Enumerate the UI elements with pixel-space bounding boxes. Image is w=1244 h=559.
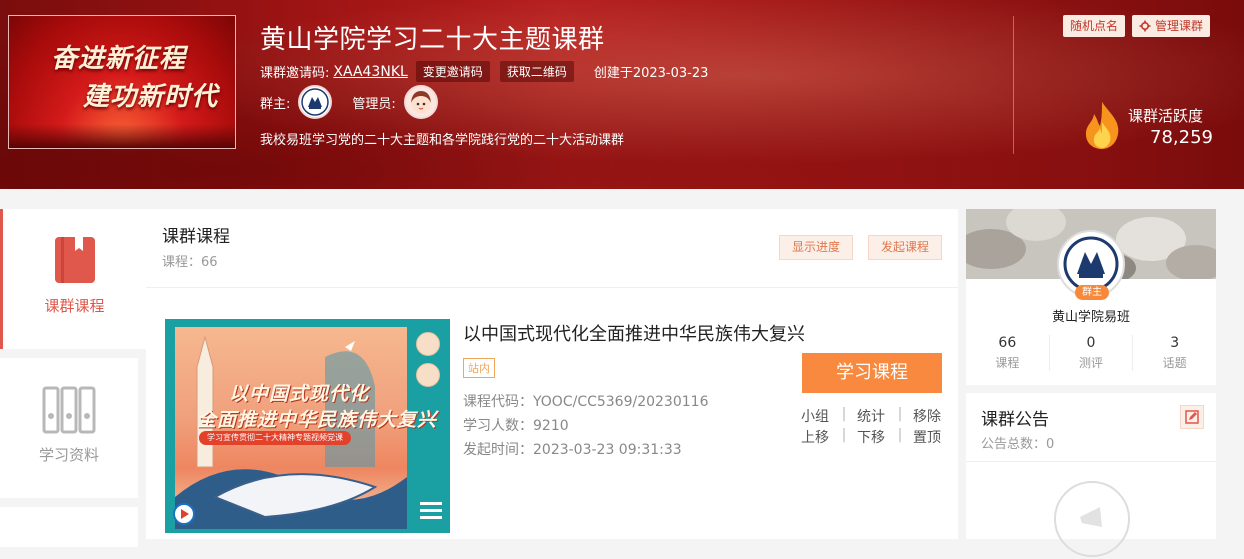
move-down-action[interactable]: 下移: [857, 427, 891, 447]
activity-label: 课群活跃度: [1128, 107, 1204, 125]
owner-profile-card: 群主 黄山学院易班 66 课程 0 测评 3 话题: [966, 209, 1216, 385]
announcement-card: 课群公告 公告总数：0: [966, 393, 1216, 557]
invite-row: 课群邀请码: XAA43NKL 变更邀请码 获取二维码 创建于2023-03-2…: [260, 61, 708, 82]
course-cover-image[interactable]: 以中国式现代化 全面推进中华民族伟大复兴 学习宣传贯彻二十大精神专题视频党课: [165, 319, 450, 533]
course-actions-row1: 小组 | 统计 | 移除: [801, 406, 947, 426]
group-title: 黄山学院学习二十大主题课群: [260, 25, 605, 55]
cover-crowd-silhouette: [9, 124, 235, 148]
group-description: 我校易班学习党的二十大主题和各学院践行党的二十大活动课群: [260, 133, 625, 148]
sidebar-item-materials[interactable]: 学习资料: [0, 358, 138, 498]
course-code: 课程代码：YOOC/CC5369/20230116: [463, 394, 709, 410]
binders-icon: [42, 386, 96, 434]
stat-label: 话题: [1162, 356, 1187, 370]
cover-decoration-dot: [416, 363, 440, 387]
stat-topics[interactable]: 3 话题: [1133, 335, 1216, 371]
cover-text-line1: 奋进新征程: [51, 44, 187, 74]
cartoon-girl-avatar-icon: [410, 91, 431, 113]
owner-avatar[interactable]: [298, 85, 333, 119]
course-actions-row2: 上移 | 下移 | 置顶: [801, 427, 947, 447]
move-up-action[interactable]: 上移: [801, 427, 835, 447]
change-invite-button[interactable]: 变更邀请码: [415, 61, 490, 82]
cover-decoration-dot: [416, 332, 440, 356]
sidebar-item-label: 课群课程: [44, 297, 105, 315]
remove-action[interactable]: 移除: [913, 406, 947, 426]
menu-lines-icon: [420, 502, 442, 523]
stat-courses[interactable]: 66 课程: [966, 335, 1050, 371]
stat-label: 测评: [1079, 356, 1104, 370]
stat-value: 66: [998, 335, 1017, 351]
cover-text-line2: 建功新时代: [83, 82, 219, 112]
panel-title: 课群课程: [162, 227, 230, 247]
course-count: 课程：66: [162, 255, 218, 270]
header-divider: [1013, 16, 1014, 154]
admin-avatar[interactable]: [403, 85, 438, 119]
announcement-title: 课群公告: [981, 410, 1049, 430]
stat-assessments[interactable]: 0 测评: [1050, 335, 1134, 371]
invite-code[interactable]: XAA43NKL: [333, 64, 407, 80]
pin-top-action[interactable]: 置顶: [913, 427, 947, 447]
manage-group-label: 管理课群: [1155, 19, 1204, 33]
course-title[interactable]: 以中国式现代化全面推进中华民族伟大复兴: [463, 320, 805, 346]
course-students: 学习人数：9210: [463, 418, 569, 434]
course-panel: 课群课程 课程：66 显示进度 发起课程 以中国式现代化 全面推进中华民族伟大复…: [146, 209, 958, 539]
sidebar-item-courses[interactable]: 课群课程: [0, 209, 146, 349]
stat-value: 3: [1170, 335, 1180, 351]
school-emblem-icon: [1063, 236, 1119, 292]
owners-row: 群主: 管理员:: [260, 85, 458, 119]
course-cover-art: 以中国式现代化 全面推进中华民族伟大复兴 学习宣传贯彻二十大精神专题视频党课: [175, 327, 436, 529]
gear-icon: [1139, 20, 1151, 32]
statistics-action[interactable]: 统计: [857, 406, 891, 426]
study-course-button[interactable]: 学习课程: [802, 353, 942, 393]
stat-label: 课程: [995, 356, 1020, 370]
show-progress-button[interactable]: 显示进度: [779, 235, 854, 260]
cover-course-line2: 全面推进中华民族伟大复兴: [197, 409, 438, 431]
course-panel-header: 课群课程 课程：66 显示进度 发起课程: [146, 209, 958, 288]
flame-icon: [1085, 102, 1119, 149]
owner-label: 群主:: [260, 96, 291, 112]
admin-label: 管理员:: [352, 96, 396, 112]
group-action[interactable]: 小组: [801, 406, 835, 426]
sidebar-item-more[interactable]: [0, 507, 138, 547]
owner-badge: 群主: [1075, 285, 1109, 300]
random-call-label: 随机点名: [1070, 19, 1119, 33]
get-qr-code-button[interactable]: 获取二维码: [499, 61, 574, 82]
edit-icon: [1185, 410, 1199, 424]
announcement-count: 公告总数：0: [981, 437, 1055, 452]
course-tag: 站内: [463, 358, 495, 378]
group-header-banner: 奋进新征程 建功新时代 黄山学院学习二十大主题课群 课群邀请码: XAA43NK…: [0, 0, 1244, 189]
course-start-time: 发起时间：2023-03-23 09:31:33: [463, 442, 682, 458]
random-call-button[interactable]: 随机点名: [1063, 15, 1126, 37]
megaphone-icon: [1054, 481, 1130, 557]
sidebar-item-label: 学习资料: [38, 446, 99, 464]
owner-stats: 66 课程 0 测评 3 话题: [966, 335, 1216, 371]
start-course-button[interactable]: 发起课程: [868, 235, 943, 260]
book-icon: [54, 237, 95, 283]
invite-label: 课群邀请码:: [260, 66, 330, 81]
edit-announcement-button[interactable]: [1180, 405, 1204, 429]
group-cover-image: 奋进新征程 建功新时代: [8, 15, 236, 149]
play-icon[interactable]: [173, 503, 195, 525]
stat-value: 0: [1086, 335, 1096, 351]
activity-value: 78,259: [1150, 127, 1213, 148]
owner-name[interactable]: 黄山学院易班: [966, 306, 1216, 325]
manage-group-button[interactable]: 管理课群: [1132, 15, 1211, 37]
school-emblem-icon: [301, 88, 330, 116]
cover-course-line1: 以中国式现代化: [229, 383, 370, 405]
created-date: 创建于2023-03-23: [593, 66, 709, 81]
announcement-divider: [966, 461, 1216, 462]
cover-course-ribbon: 学习宣传贯彻二十大精神专题视频党课: [199, 431, 351, 445]
